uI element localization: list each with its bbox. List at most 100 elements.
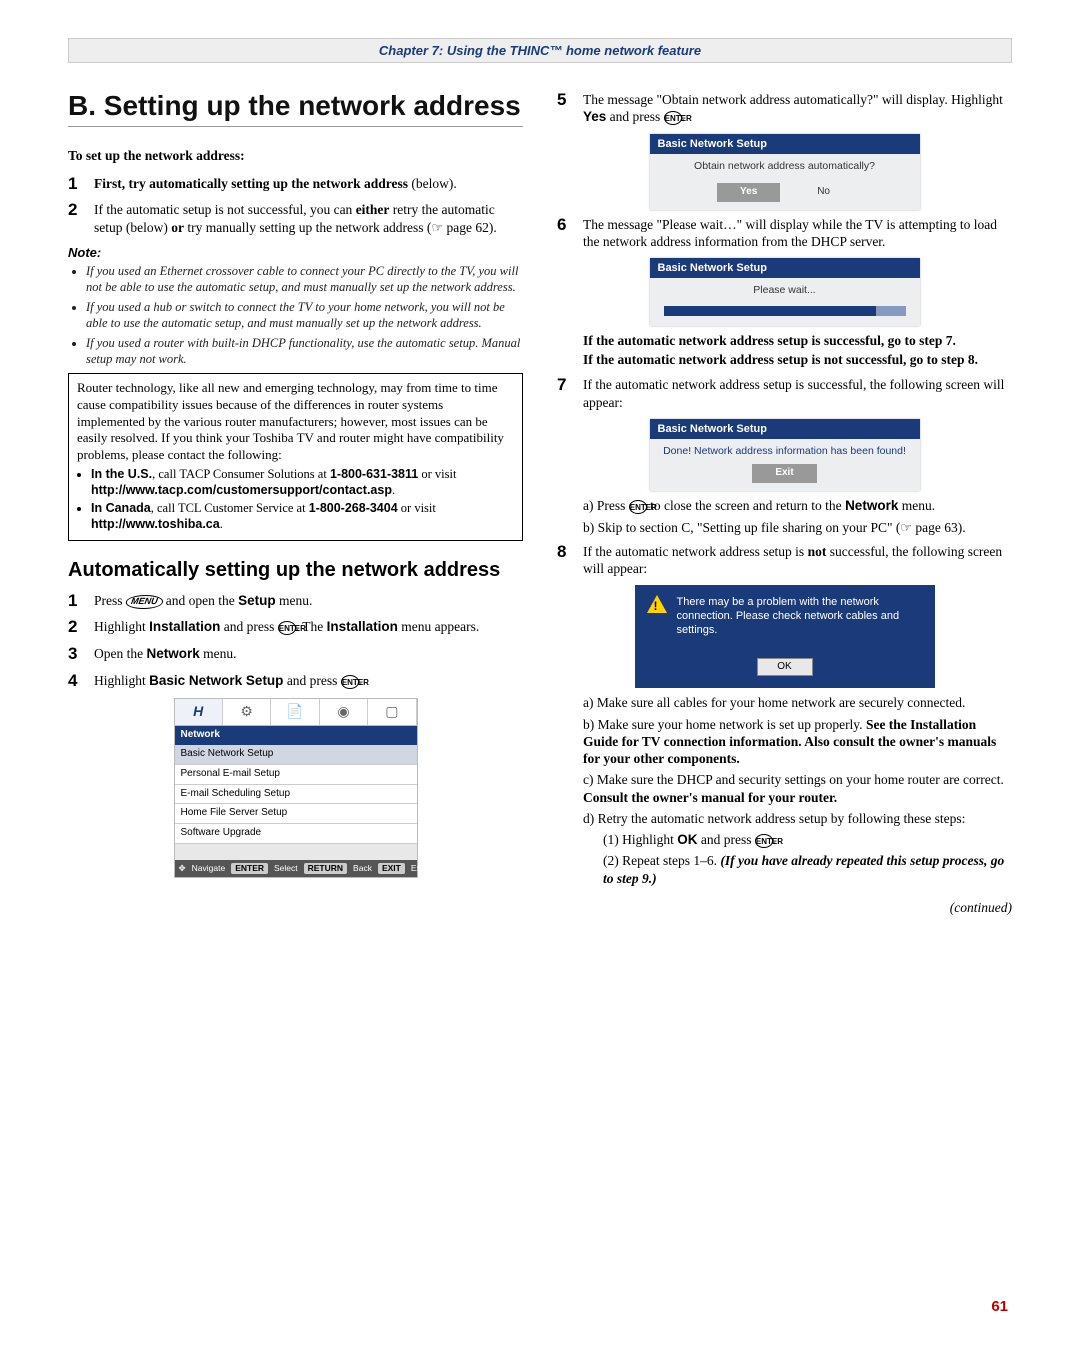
wait-text: Please wait... (658, 284, 912, 297)
step-num: 3 (68, 645, 94, 664)
dialog-please-wait: Basic Network Setup Please wait... (650, 258, 920, 326)
text: Highlight (94, 673, 149, 688)
dialog-title: Basic Network Setup (650, 419, 920, 439)
phone: 1-800-268-3404 (309, 501, 398, 515)
text: The message "Obtain network address auto… (583, 92, 1003, 107)
ok-button: OK (757, 658, 813, 677)
label: In the U.S. (91, 467, 152, 481)
step-num: 5 (557, 91, 583, 126)
step-2: 2 If the automatic setup is not successf… (68, 201, 523, 236)
exit-button: Exit (752, 464, 816, 483)
text: menu. (200, 646, 237, 661)
hand-icon: ☞ (900, 520, 912, 537)
text: menu. (276, 593, 313, 608)
text: , call TACP Consumer Solutions at (152, 467, 330, 481)
continued-label: (continued) (557, 899, 1012, 916)
enter-icon: ENTER (664, 111, 682, 125)
step-1: 1 First, try automatically setting up th… (68, 175, 523, 194)
url: http://www.toshiba.ca (91, 517, 220, 531)
router-intro: Router technology, like all new and emer… (77, 380, 504, 462)
step-num: 1 (68, 592, 94, 611)
network-label: Network (146, 646, 199, 661)
enter-icon: ENTER (629, 500, 647, 514)
subsection-title: Automatically setting up the network add… (68, 559, 523, 582)
enter-icon: ENTER (278, 621, 296, 635)
setup-lead: To set up the network address: (68, 147, 523, 164)
progress-bar (664, 306, 906, 316)
text: try manually setting up the network addr… (184, 220, 431, 235)
note-item: If you used a hub or switch to connect t… (86, 299, 523, 331)
enter-pill: ENTER (231, 863, 268, 874)
installation-label: Installation (149, 619, 220, 634)
no-button: No (795, 184, 852, 201)
text: or visit (398, 501, 436, 515)
step-body: The message "Please wait…" will display … (583, 216, 1012, 251)
step-num: 1 (68, 175, 94, 194)
step-6: 6 The message "Please wait…" will displa… (557, 216, 1012, 251)
section-title: B. Setting up the network address (68, 91, 523, 127)
text: and press (606, 109, 663, 124)
text: . (359, 673, 362, 688)
menu-item: Basic Network Setup (175, 745, 417, 765)
step-7: 7 If the automatic network address setup… (557, 376, 1012, 411)
note-item: If you used an Ethernet crossover cable … (86, 263, 523, 295)
router-ca: In Canada, call TCL Customer Service at … (91, 500, 514, 532)
yes-label: Yes (583, 109, 606, 124)
menu-icon: MENU (125, 595, 164, 609)
note-list: If you used an Ethernet crossover cable … (68, 263, 523, 367)
error-message: There may be a problem with the network … (677, 595, 923, 637)
step-7b: b) Skip to section C, "Setting up file s… (583, 519, 1012, 537)
phone: 1-800-631-3811 (330, 467, 418, 481)
step-num: 6 (557, 216, 583, 251)
step-num: 7 (557, 376, 583, 411)
text: . (773, 832, 776, 847)
installation-label: Installation (327, 619, 398, 634)
basic-network-setup-label: Basic Network Setup (149, 673, 283, 688)
label: In Canada (91, 501, 151, 515)
text: . (682, 109, 685, 124)
step-7a: a) Press ENTER to close the screen and r… (583, 497, 1012, 514)
tab-icon: ⚙ (223, 699, 271, 725)
footer-label: Select (274, 863, 298, 874)
text: a) Press (583, 498, 629, 513)
done-text: Done! Network address information has be… (658, 445, 912, 458)
footer-label: Back (353, 863, 372, 874)
step-num: 8 (557, 543, 583, 578)
step-body: First, try automatically setting up the … (94, 176, 408, 191)
enter-icon: ENTER (341, 675, 359, 689)
text: b) Make sure your home network is set up… (583, 717, 866, 732)
menu-footer: ✥Navigate ENTERSelect RETURNBack EXITExi… (175, 860, 417, 877)
note-heading: Note: (68, 245, 523, 262)
warning-icon (647, 595, 667, 613)
text: menu appears. (398, 619, 479, 634)
auto-step-4: 4 Highlight Basic Network Setup and pres… (68, 672, 523, 691)
text-or: or (171, 220, 184, 235)
step-8a: a) Make sure all cables for your home ne… (583, 694, 1012, 711)
dialog-title: Basic Network Setup (650, 258, 920, 278)
text: to close the screen and return to the (647, 498, 845, 513)
router-info-box: Router technology, like all new and emer… (68, 373, 523, 540)
auto-step-2: 2 Highlight Installation and press ENTER… (68, 618, 523, 637)
step-body: If the automatic network address setup i… (583, 376, 1012, 411)
outcome-fail: If the automatic network address setup i… (583, 351, 1012, 368)
menu-item: E-mail Scheduling Setup (175, 785, 417, 805)
page-number: 61 (991, 1298, 1008, 1315)
step-5: 5 The message "Obtain network address au… (557, 91, 1012, 126)
text: b) Skip to section C, "Setting up file s… (583, 520, 900, 535)
step-8d1: (1) Highlight OK and press ENTER. (603, 831, 1012, 848)
text: . The (296, 619, 327, 634)
text: Open the (94, 646, 146, 661)
text: Highlight (94, 619, 149, 634)
right-column: 5 The message "Obtain network address au… (557, 91, 1012, 916)
text: and press (283, 673, 340, 688)
tab-icon: 📄 (271, 699, 319, 725)
text: and open the (162, 593, 238, 608)
text: and press (698, 832, 755, 847)
menu-item: Software Upgrade (175, 824, 417, 844)
hand-icon: ☞ (431, 220, 443, 237)
left-column: B. Setting up the network address To set… (68, 91, 523, 916)
tab-icon: ▢ (368, 699, 416, 725)
page-ref: page 63). (912, 520, 966, 535)
step-8: 8 If the automatic network address setup… (557, 543, 1012, 578)
bold-text: Consult the owner's manual for your rout… (583, 790, 837, 805)
